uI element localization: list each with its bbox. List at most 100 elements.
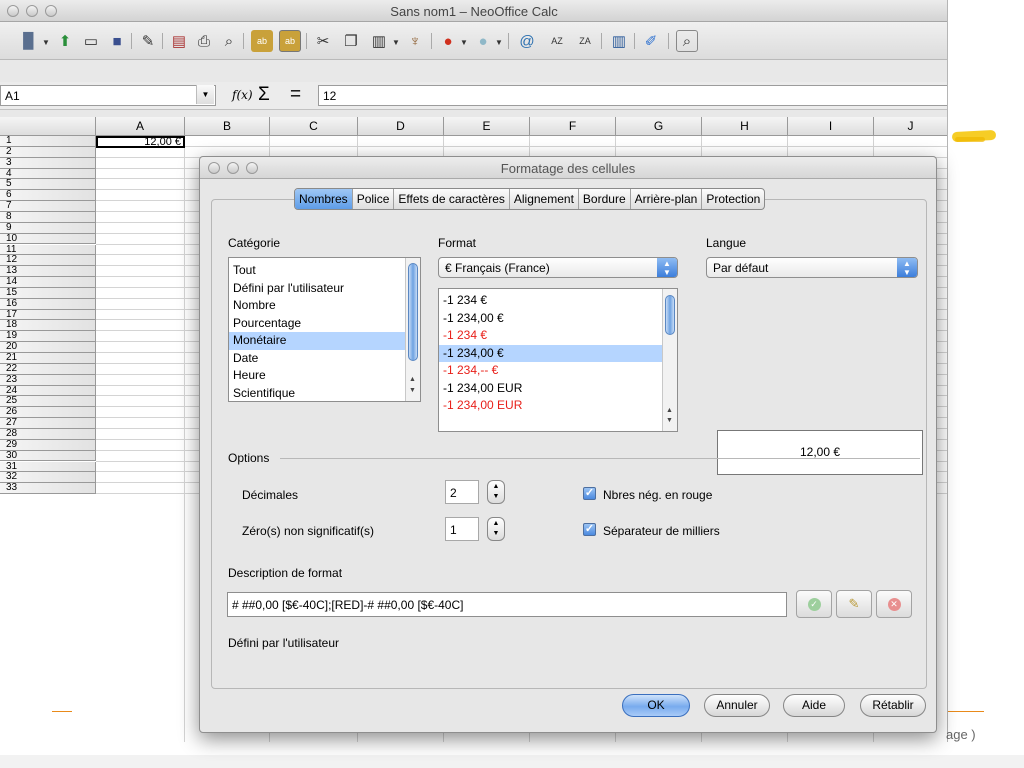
format-item[interactable]: -1 234 €	[439, 292, 677, 310]
scroll-up-icon[interactable]: ▲	[666, 407, 673, 414]
column-header-d[interactable]: D	[358, 117, 444, 136]
row-header-16[interactable]: 16	[0, 298, 96, 310]
tab-bordure[interactable]: Bordure	[579, 189, 631, 209]
edit-file-icon[interactable]: ✎	[137, 30, 159, 52]
column-header-i[interactable]: I	[788, 117, 874, 136]
row-header-2[interactable]: 2	[0, 146, 96, 158]
currency-dropdown[interactable]: € Français (France) ▲ ▼	[438, 257, 678, 278]
name-box[interactable]: A1	[0, 85, 216, 106]
format-listbox[interactable]: -1 234 € -1 234,00 € -1 234 € -1 234,00 € -1…	[438, 288, 678, 432]
cancel-button[interactable]: Annuler	[704, 694, 770, 717]
row-header-10[interactable]: 10	[0, 233, 96, 245]
new-document-icon[interactable]: ▉	[18, 30, 40, 52]
format-item[interactable]: -1 234,00 €	[439, 310, 677, 328]
tab-effets-de-caract-res[interactable]: Effets de caractères	[394, 189, 510, 209]
undo-dropdown-icon[interactable]: ▼	[460, 38, 468, 47]
leading-zeros-stepper[interactable]: ▲ ▼	[487, 517, 505, 541]
row-header-4[interactable]: 4	[0, 168, 96, 180]
format-paintbrush-icon[interactable]: ♆	[404, 30, 426, 52]
paste-dropdown-icon[interactable]: ▼	[392, 38, 400, 47]
redo-dropdown-icon[interactable]: ▼	[495, 38, 503, 47]
category-item[interactable]: Scientifique	[229, 385, 420, 402]
save-icon[interactable]: ▭	[80, 30, 102, 52]
print-preview-icon[interactable]: ⌕	[218, 30, 240, 52]
ok-button[interactable]: OK	[622, 694, 690, 717]
copy-icon[interactable]: ❐	[340, 30, 362, 52]
tab-alignement[interactable]: Alignement	[510, 189, 579, 209]
row-header-5[interactable]: 5	[0, 179, 96, 191]
category-scrollbar[interactable]: ▲ ▼	[405, 258, 420, 401]
thousands-separator-checkbox[interactable]: ✓	[583, 523, 596, 536]
draw-pencil-icon[interactable]: ✐	[640, 30, 662, 52]
open-folder-icon[interactable]: ⬆	[54, 30, 76, 52]
row-header-6[interactable]: 6	[0, 190, 96, 202]
tab-nombres[interactable]: Nombres	[295, 189, 353, 209]
hyperlink-icon[interactable]: @	[516, 30, 538, 52]
column-header-g[interactable]: G	[616, 117, 702, 136]
format-item[interactable]: -1 234,-- €	[439, 362, 677, 380]
decimals-stepper[interactable]: ▲ ▼	[487, 480, 505, 504]
language-dropdown[interactable]: Par défaut ▲ ▼	[706, 257, 918, 278]
category-item[interactable]: Heure	[229, 367, 420, 385]
format-scrollbar[interactable]: ▲ ▼	[662, 289, 677, 431]
tab-arri-re-plan[interactable]: Arrière-plan	[631, 189, 703, 209]
find-icon[interactable]: ⌕	[676, 30, 698, 52]
category-scroll-thumb[interactable]	[408, 263, 418, 361]
row-header-29[interactable]: 29	[0, 439, 96, 451]
format-item[interactable]: -1 234,00 €	[439, 344, 677, 362]
tab-protection[interactable]: Protection	[702, 189, 764, 209]
function-wizard-icon[interactable]: f(x)	[232, 88, 253, 102]
row-header-30[interactable]: 30	[0, 450, 96, 462]
category-item[interactable]: Défini par l'utilisateur	[229, 280, 420, 298]
column-header-j[interactable]: J	[874, 117, 947, 136]
sort-ascending-icon[interactable]: AZ	[546, 30, 568, 52]
category-listbox[interactable]: Tout Défini par l'utilisateur Nombre Pource…	[228, 257, 421, 402]
tab-police[interactable]: Police	[353, 189, 395, 209]
category-item[interactable]: Monétaire	[229, 332, 420, 350]
cut-icon[interactable]: ✂	[312, 30, 334, 52]
leading-zeros-field[interactable]: 1	[445, 517, 479, 541]
edit-comment-button[interactable]: ✎	[836, 590, 872, 618]
row-header-9[interactable]: 9	[0, 222, 96, 234]
new-dropdown-icon[interactable]: ▼	[42, 38, 50, 47]
category-item[interactable]: Pourcentage	[229, 315, 420, 333]
chart-icon[interactable]: ▥	[608, 30, 630, 52]
row-header-33[interactable]: 33	[0, 483, 96, 495]
scroll-down-icon[interactable]: ▼	[666, 417, 673, 424]
category-item[interactable]: Nombre	[229, 297, 420, 315]
column-header-a[interactable]: A	[96, 117, 185, 136]
corner-select-all[interactable]	[0, 117, 96, 136]
scroll-up-icon[interactable]: ▲	[409, 376, 416, 383]
column-header-b[interactable]: B	[185, 117, 270, 136]
equals-icon[interactable]: =	[290, 84, 301, 106]
row-header-23[interactable]: 23	[0, 374, 96, 386]
spellcheck-icon[interactable]: ab	[251, 30, 273, 52]
redo-icon[interactable]: ●	[472, 30, 494, 52]
export-pdf-icon[interactable]: ▤	[168, 30, 190, 52]
paste-icon[interactable]: ▥	[368, 30, 390, 52]
column-header-c[interactable]: C	[270, 117, 358, 136]
help-button[interactable]: Aide	[783, 694, 845, 717]
format-item[interactable]: -1 234 €	[439, 327, 677, 345]
format-code-input[interactable]: # ##0,00 [$€-40C];[RED]-# ##0,00 [$€-40C…	[227, 592, 787, 617]
delete-format-button[interactable]: ✕	[876, 590, 912, 618]
sort-descending-icon[interactable]: ZA	[574, 30, 596, 52]
column-header-e[interactable]: E	[444, 117, 530, 136]
category-item[interactable]: Date	[229, 350, 420, 368]
sum-icon[interactable]: Σ	[258, 84, 270, 106]
format-item[interactable]: -1 234,00 EUR	[439, 397, 677, 415]
autospellcheck-icon[interactable]: ab	[279, 30, 301, 52]
category-item[interactable]: Tout	[229, 262, 420, 280]
print-icon[interactable]: ⎙	[193, 30, 215, 52]
cell-a1[interactable]: 12,00 €	[96, 136, 185, 148]
row-header-1[interactable]: 1	[0, 136, 96, 147]
formula-input[interactable]: 12	[318, 85, 947, 106]
floppy-save-icon[interactable]: ■	[106, 30, 128, 52]
scroll-down-icon[interactable]: ▼	[409, 387, 416, 394]
decimals-field[interactable]: 2	[445, 480, 479, 504]
negative-red-checkbox[interactable]: ✓	[583, 487, 596, 500]
name-box-dropdown-icon[interactable]: ▼	[196, 85, 214, 104]
format-scroll-thumb[interactable]	[665, 295, 675, 335]
accept-format-button[interactable]: ✓	[796, 590, 832, 618]
reset-button[interactable]: Rétablir	[860, 694, 926, 717]
